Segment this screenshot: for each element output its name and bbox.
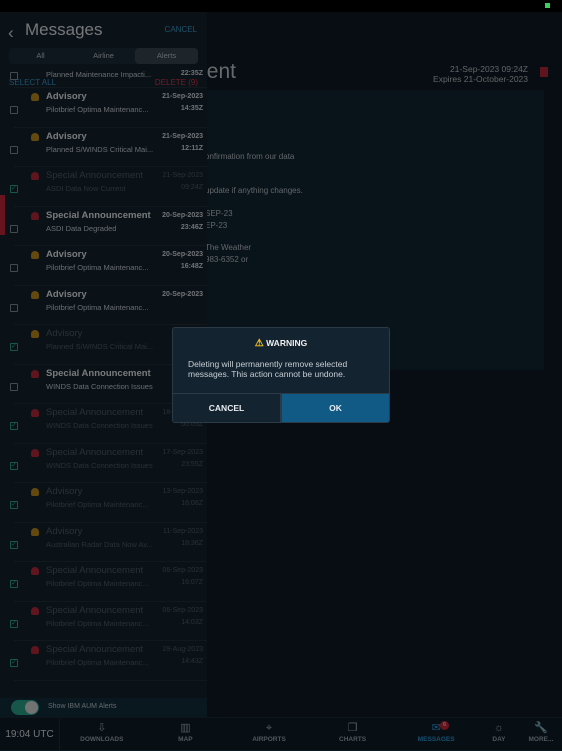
warning-icon: ⚠ [254,338,264,349]
battery-icon [545,3,550,8]
dialog-title: WARNING [266,338,308,348]
status-bar [0,0,562,12]
dialog-message: Deleting will permanently remove selecte… [188,359,348,379]
warning-dialog: ⚠ WARNING Deleting will permanently remo… [172,327,390,423]
dialog-ok-button[interactable]: OK [280,394,389,422]
dialog-cancel-button[interactable]: CANCEL [173,394,280,422]
